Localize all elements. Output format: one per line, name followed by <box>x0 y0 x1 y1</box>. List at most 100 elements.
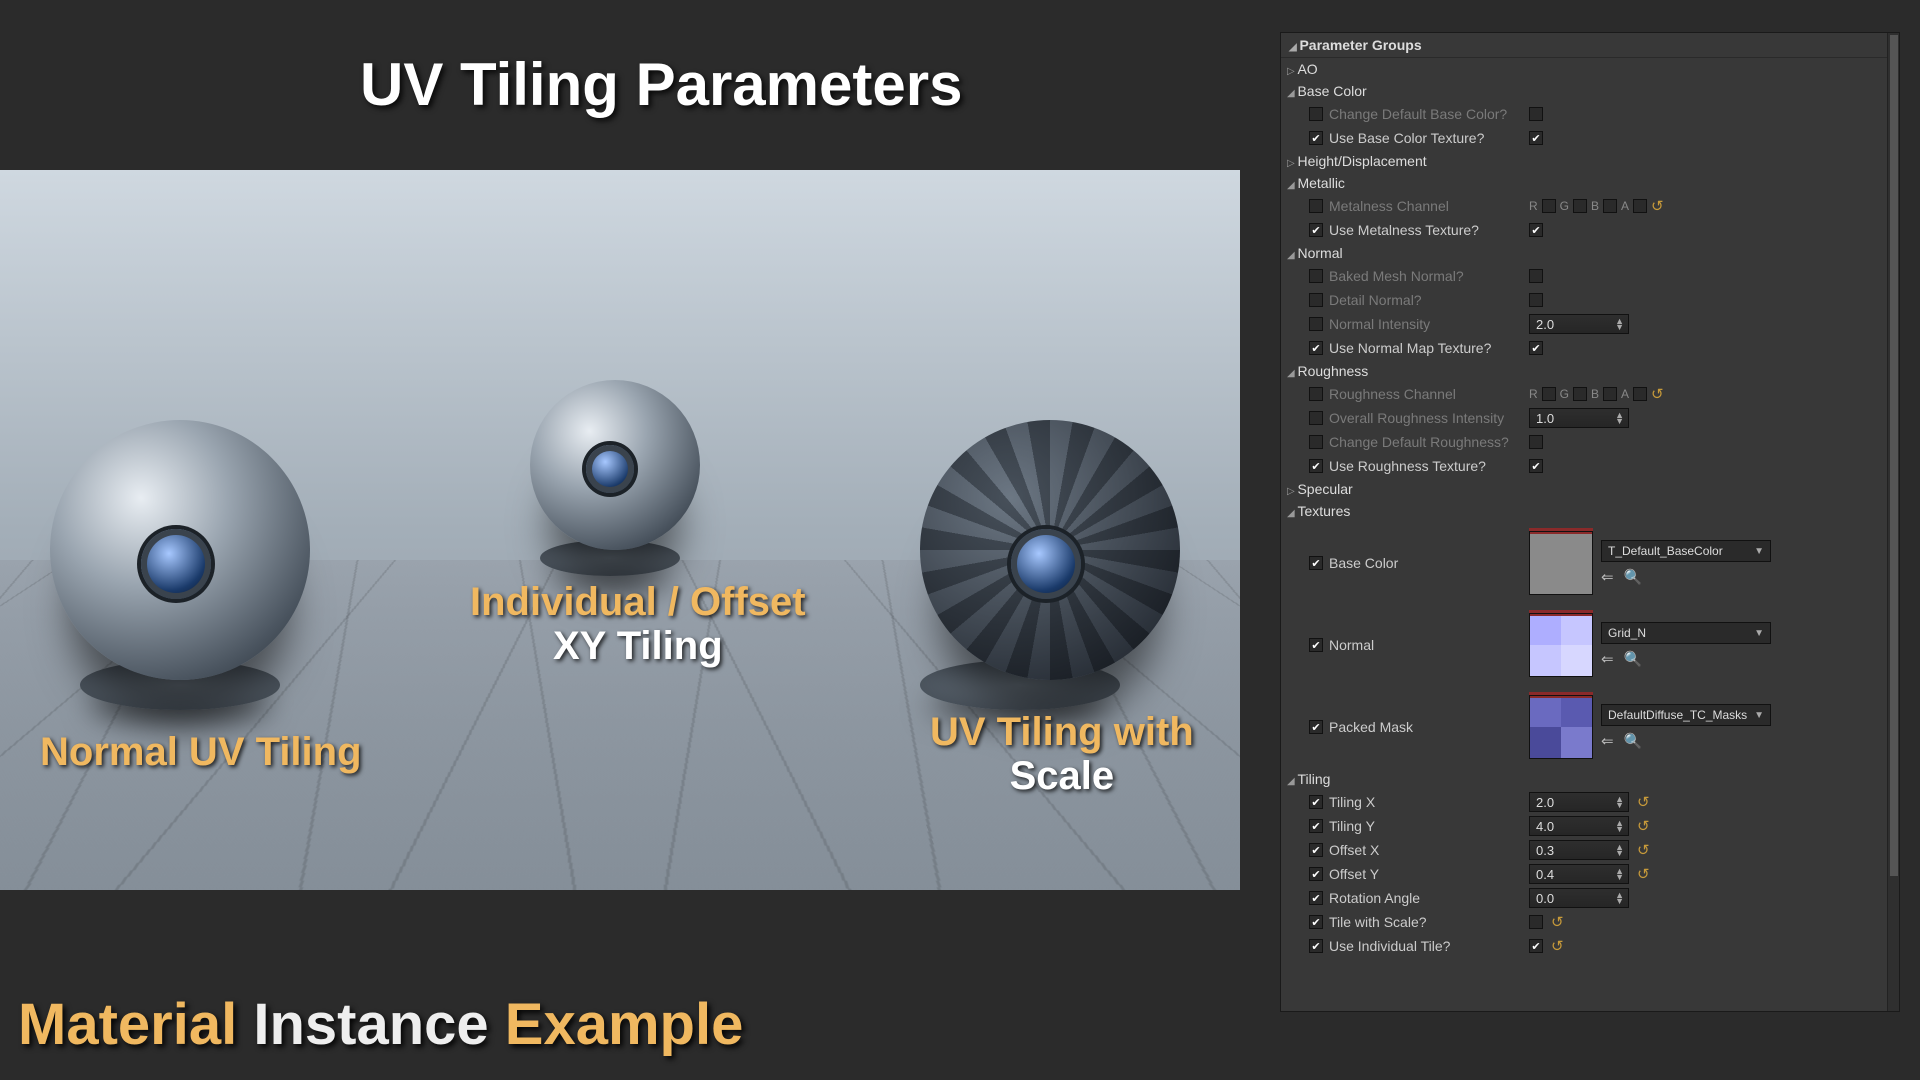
param-label: Base Color <box>1329 555 1398 571</box>
value-checkbox[interactable] <box>1529 293 1543 307</box>
use-selected-icon[interactable]: ⇐ <box>1601 650 1614 668</box>
group-basecolor[interactable]: Base Color <box>1281 80 1899 102</box>
value-checkbox[interactable] <box>1529 939 1543 953</box>
param-use-base-tex: Use Base Color Texture? <box>1281 126 1899 150</box>
param-use-roughness-tex: Use Roughness Texture? <box>1281 454 1899 478</box>
override-checkbox[interactable] <box>1309 720 1323 734</box>
reset-icon[interactable]: ↺ <box>1637 865 1650 883</box>
value-checkbox[interactable] <box>1529 915 1543 929</box>
override-checkbox[interactable] <box>1309 317 1323 331</box>
override-checkbox[interactable] <box>1309 341 1323 355</box>
param-rotation-angle: Rotation Angle 0.0▲▼ <box>1281 886 1899 910</box>
value-checkbox[interactable] <box>1529 459 1543 473</box>
override-checkbox[interactable] <box>1309 638 1323 652</box>
panel-header[interactable]: Parameter Groups <box>1281 33 1899 58</box>
texture-thumbnail[interactable] <box>1529 613 1593 677</box>
group-specular[interactable]: Specular <box>1281 478 1899 500</box>
override-checkbox[interactable] <box>1309 459 1323 473</box>
spinbox[interactable]: 0.4▲▼ <box>1529 864 1629 884</box>
override-checkbox[interactable] <box>1309 293 1323 307</box>
override-checkbox[interactable] <box>1309 556 1323 570</box>
param-label: Packed Mask <box>1329 719 1413 735</box>
override-checkbox[interactable] <box>1309 819 1323 833</box>
override-checkbox[interactable] <box>1309 891 1323 905</box>
page-title: UV Tiling Parameters <box>360 50 962 119</box>
reset-icon[interactable]: ↺ <box>1551 937 1564 955</box>
spinbox[interactable]: 2.0▲▼ <box>1529 314 1629 334</box>
reset-icon[interactable]: ↺ <box>1551 913 1564 931</box>
scrollbar[interactable] <box>1887 33 1899 1011</box>
override-checkbox[interactable] <box>1309 269 1323 283</box>
group-height[interactable]: Height/Displacement <box>1281 150 1899 172</box>
param-label: Use Base Color Texture? <box>1329 130 1484 146</box>
texture-thumbnail[interactable] <box>1529 695 1593 759</box>
reset-icon[interactable]: ↺ <box>1651 385 1664 403</box>
rgba-selector[interactable]: R G B A ↺ <box>1529 385 1664 403</box>
param-offset-x: Offset X 0.3▲▼↺ <box>1281 838 1899 862</box>
param-label: Metalness Channel <box>1329 198 1449 214</box>
override-checkbox[interactable] <box>1309 939 1323 953</box>
group-roughness[interactable]: Roughness <box>1281 360 1899 382</box>
texture-dropdown[interactable]: Grid_N▼ <box>1601 622 1771 644</box>
param-label: Tiling X <box>1329 794 1375 810</box>
value-checkbox[interactable] <box>1529 107 1543 121</box>
reset-icon[interactable]: ↺ <box>1637 817 1650 835</box>
browse-icon[interactable]: 🔍 <box>1624 650 1643 668</box>
override-checkbox[interactable] <box>1309 223 1323 237</box>
param-tex-normal: Normal Grid_N▼ ⇐ 🔍 <box>1281 604 1899 686</box>
override-checkbox[interactable] <box>1309 867 1323 881</box>
override-checkbox[interactable] <box>1309 843 1323 857</box>
override-checkbox[interactable] <box>1309 131 1323 145</box>
spinbox[interactable]: 1.0▲▼ <box>1529 408 1629 428</box>
spinbox[interactable]: 2.0▲▼ <box>1529 792 1629 812</box>
param-label: Use Normal Map Texture? <box>1329 340 1491 356</box>
value-checkbox[interactable] <box>1529 435 1543 449</box>
scrollbar-thumb[interactable] <box>1890 35 1898 876</box>
override-checkbox[interactable] <box>1309 107 1323 121</box>
viewport-3d[interactable]: Normal UV Tiling Individual / Offset XY … <box>0 170 1240 890</box>
texture-thumbnail[interactable] <box>1529 531 1593 595</box>
spinbox[interactable]: 0.3▲▼ <box>1529 840 1629 860</box>
override-checkbox[interactable] <box>1309 915 1323 929</box>
rgba-selector[interactable]: R G B A ↺ <box>1529 197 1664 215</box>
spinbox[interactable]: 4.0▲▼ <box>1529 816 1629 836</box>
reset-icon[interactable]: ↺ <box>1637 841 1650 859</box>
override-checkbox[interactable] <box>1309 435 1323 449</box>
group-normal[interactable]: Normal <box>1281 242 1899 264</box>
group-textures[interactable]: Textures <box>1281 500 1899 522</box>
override-checkbox[interactable] <box>1309 199 1323 213</box>
param-use-metalness-tex: Use Metalness Texture? <box>1281 218 1899 242</box>
value-checkbox[interactable] <box>1529 131 1543 145</box>
override-checkbox[interactable] <box>1309 795 1323 809</box>
param-metalness-channel: Metalness Channel R G B A ↺ <box>1281 194 1899 218</box>
param-label: Rotation Angle <box>1329 890 1420 906</box>
texture-dropdown[interactable]: T_Default_BaseColor▼ <box>1601 540 1771 562</box>
param-tiling-x: Tiling X 2.0▲▼ ↺ <box>1281 790 1899 814</box>
use-selected-icon[interactable]: ⇐ <box>1601 732 1614 750</box>
override-checkbox[interactable] <box>1309 387 1323 401</box>
param-tex-basecolor: Base Color T_Default_BaseColor▼ ⇐ 🔍 <box>1281 522 1899 604</box>
reset-icon[interactable]: ↺ <box>1651 197 1664 215</box>
spinbox[interactable]: 0.0▲▼ <box>1529 888 1629 908</box>
param-label: Overall Roughness Intensity <box>1329 410 1504 426</box>
value-checkbox[interactable] <box>1529 269 1543 283</box>
texture-dropdown[interactable]: DefaultDiffuse_TC_Masks▼ <box>1601 704 1771 726</box>
group-metallic[interactable]: Metallic <box>1281 172 1899 194</box>
group-ao[interactable]: AO <box>1281 58 1899 80</box>
preview-sphere-left <box>50 420 310 680</box>
param-change-default-roughness: Change Default Roughness? <box>1281 430 1899 454</box>
reset-icon[interactable]: ↺ <box>1637 793 1650 811</box>
value-checkbox[interactable] <box>1529 223 1543 237</box>
param-offset-y: Offset Y 0.4▲▼↺ <box>1281 862 1899 886</box>
param-use-individual-tile: Use Individual Tile? ↺ <box>1281 934 1899 958</box>
browse-icon[interactable]: 🔍 <box>1624 568 1643 586</box>
browse-icon[interactable]: 🔍 <box>1624 732 1643 750</box>
param-label: Baked Mesh Normal? <box>1329 268 1464 284</box>
value-checkbox[interactable] <box>1529 341 1543 355</box>
group-tiling[interactable]: Tiling <box>1281 768 1899 790</box>
override-checkbox[interactable] <box>1309 411 1323 425</box>
param-label: Tile with Scale? <box>1329 914 1427 930</box>
use-selected-icon[interactable]: ⇐ <box>1601 568 1614 586</box>
param-label: Normal <box>1329 637 1374 653</box>
param-detail-normal: Detail Normal? <box>1281 288 1899 312</box>
